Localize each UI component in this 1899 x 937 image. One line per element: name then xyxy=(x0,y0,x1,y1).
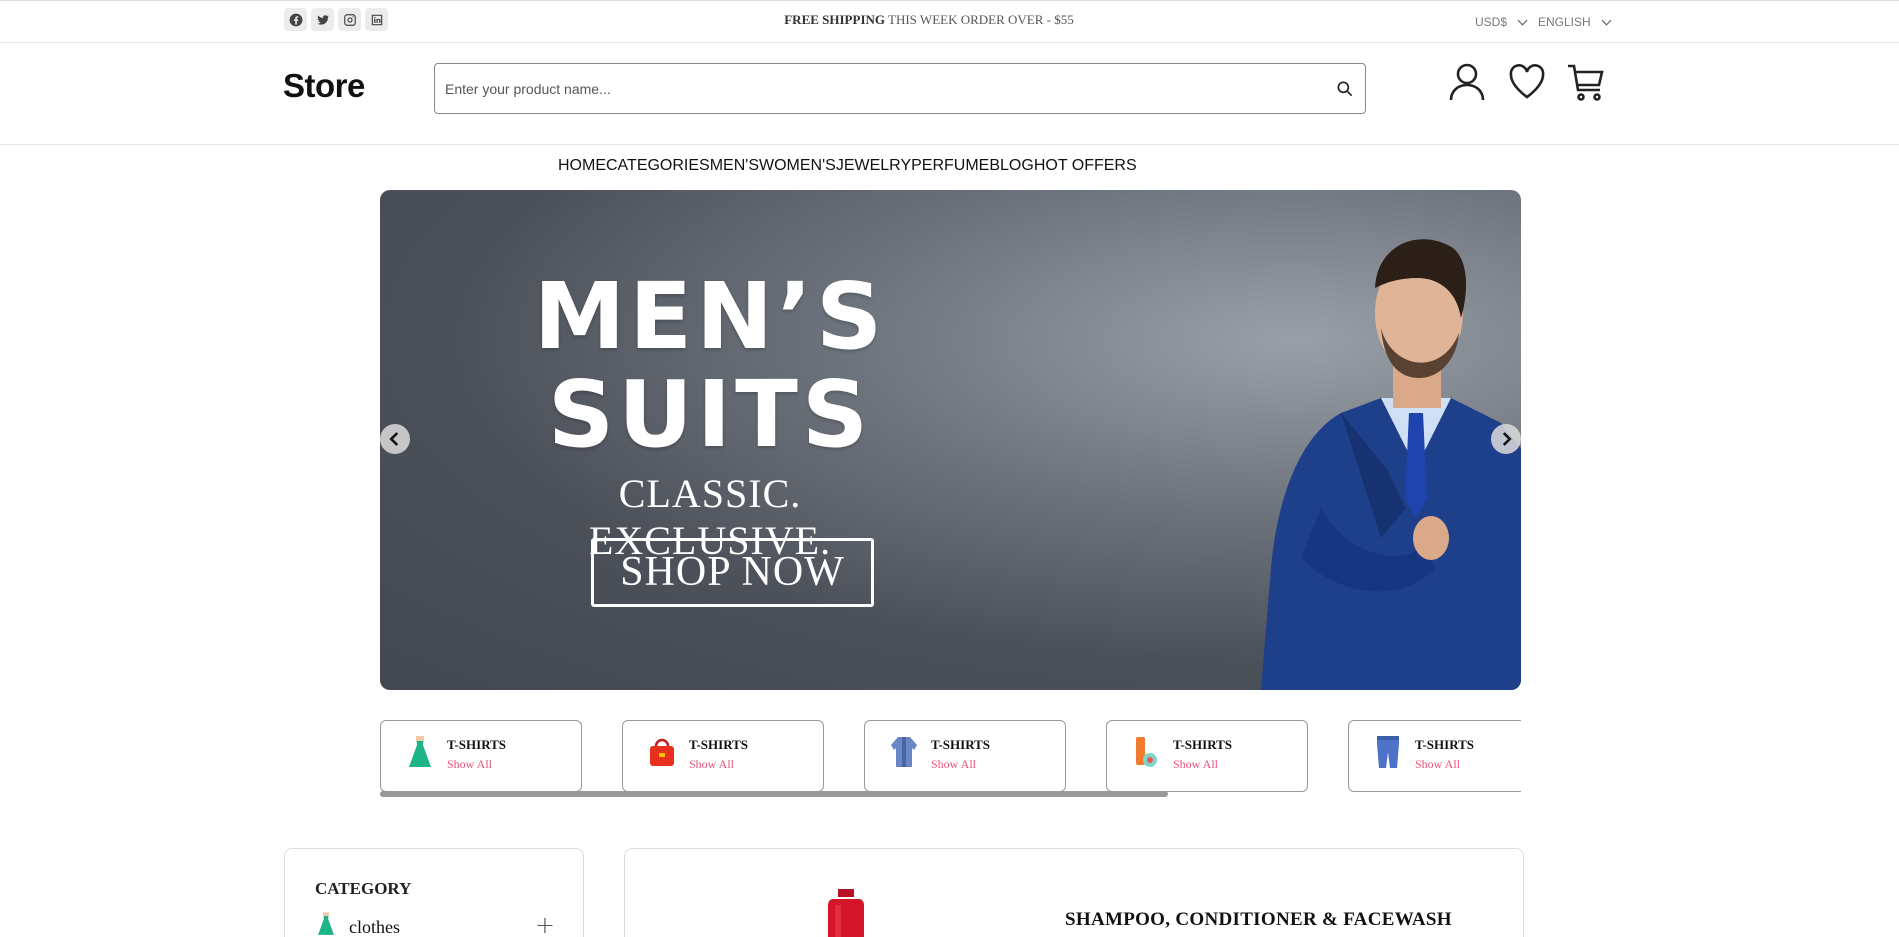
user-icon[interactable] xyxy=(1447,61,1487,103)
nav-mens[interactable]: MEN'S xyxy=(710,157,759,175)
hero-title: MEN’S SUITS xyxy=(530,268,890,464)
shampoo-bottle-image xyxy=(828,889,864,937)
chevron-right-icon xyxy=(1502,432,1512,446)
plus-icon[interactable]: + xyxy=(535,911,555,937)
show-all-link[interactable]: Show All xyxy=(1173,757,1218,772)
category-card[interactable]: T-SHIRTS Show All xyxy=(1106,720,1308,792)
cosmetics-icon xyxy=(1136,737,1157,767)
nav-categories[interactable]: CATEGORIES xyxy=(606,157,710,175)
hero-banner: MEN’S SUITS CLASSIC. EXCLUSIVE. SHOP NOW xyxy=(380,190,1521,690)
model-image xyxy=(1261,239,1521,690)
main-nav: HOME CATEGORIES MEN'S WOMEN'S JEWELRY PE… xyxy=(558,157,1137,175)
nav-womens[interactable]: WOMEN'S xyxy=(759,157,836,175)
sidebar-item-clothes[interactable]: clothes + xyxy=(315,911,555,937)
sidebar-item-label: clothes xyxy=(349,917,400,937)
product-banner: SHAMPOO, CONDITIONER & FACEWASH xyxy=(624,848,1524,937)
category-title: T-SHIRTS xyxy=(689,737,749,752)
nav-home[interactable]: HOME xyxy=(558,157,606,175)
jeans-icon xyxy=(1377,736,1399,768)
top-bar: FREE SHIPPING THIS WEEK ORDER OVER - $55… xyxy=(0,0,1899,43)
category-card[interactable]: T-SHIRTS Show All xyxy=(864,720,1066,792)
nav-blog[interactable]: BLOG xyxy=(989,157,1033,175)
shipping-bold: FREE SHIPPING xyxy=(784,12,885,27)
hero-title-line2: SUITS xyxy=(547,361,873,468)
category-title: T-SHIRTS xyxy=(1415,737,1475,752)
language-value: ENGLISH xyxy=(1538,15,1591,29)
currency-select[interactable]: USD$ xyxy=(1475,15,1528,29)
handbag-icon xyxy=(650,738,674,766)
dress-icon xyxy=(409,736,431,767)
shipping-text: THIS WEEK ORDER OVER - $55 xyxy=(885,12,1074,27)
product-title: SHAMPOO, CONDITIONER & FACEWASH xyxy=(1065,909,1452,930)
sidebar-heading: CATEGORY xyxy=(315,879,412,898)
nav-hot-offers[interactable]: HOT OFFERS xyxy=(1034,157,1137,175)
search-icon[interactable] xyxy=(1335,79,1355,99)
show-all-link[interactable]: Show All xyxy=(931,757,976,772)
jacket-icon xyxy=(891,737,917,767)
show-all-link[interactable]: Show All xyxy=(447,757,492,772)
header: Store xyxy=(0,43,1899,145)
currency-value: USD$ xyxy=(1475,15,1508,29)
category-card[interactable]: T-SHIRTS Show All xyxy=(380,720,582,792)
dress-icon xyxy=(318,912,334,935)
category-card[interactable]: T-SHIRTS Show All xyxy=(1348,720,1521,792)
show-all-link[interactable]: Show All xyxy=(689,757,734,772)
category-title: T-SHIRTS xyxy=(931,737,991,752)
chevron-down-icon xyxy=(1601,15,1612,25)
cart-icon[interactable] xyxy=(1566,61,1606,103)
heart-icon[interactable] xyxy=(1507,61,1547,103)
store-logo[interactable]: Store xyxy=(283,67,365,105)
chevron-left-icon xyxy=(389,432,399,446)
chevron-down-icon xyxy=(1517,15,1528,25)
search-input[interactable] xyxy=(445,64,1305,113)
language-select[interactable]: ENGLISH xyxy=(1538,15,1612,29)
category-title: T-SHIRTS xyxy=(1173,737,1233,752)
shop-now-button[interactable]: SHOP NOW xyxy=(591,538,874,607)
category-carousel[interactable]: T-SHIRTS Show All T-SHIRTS Show All T-SH… xyxy=(380,720,1521,798)
show-all-link[interactable]: Show All xyxy=(1415,757,1460,772)
slider-prev-button[interactable] xyxy=(380,424,410,454)
nav-perfume[interactable]: PERFUME xyxy=(911,157,989,175)
category-title: T-SHIRTS xyxy=(447,737,507,752)
nav-jewelry[interactable]: JEWELRY xyxy=(836,157,911,175)
hero-title-line1: MEN’S xyxy=(533,263,887,370)
search-box xyxy=(434,63,1366,114)
category-card[interactable]: T-SHIRTS Show All xyxy=(622,720,824,792)
carousel-scrollbar[interactable] xyxy=(380,791,1168,797)
category-sidebar: CATEGORY clothes + xyxy=(284,848,584,937)
slider-next-button[interactable] xyxy=(1491,424,1521,454)
